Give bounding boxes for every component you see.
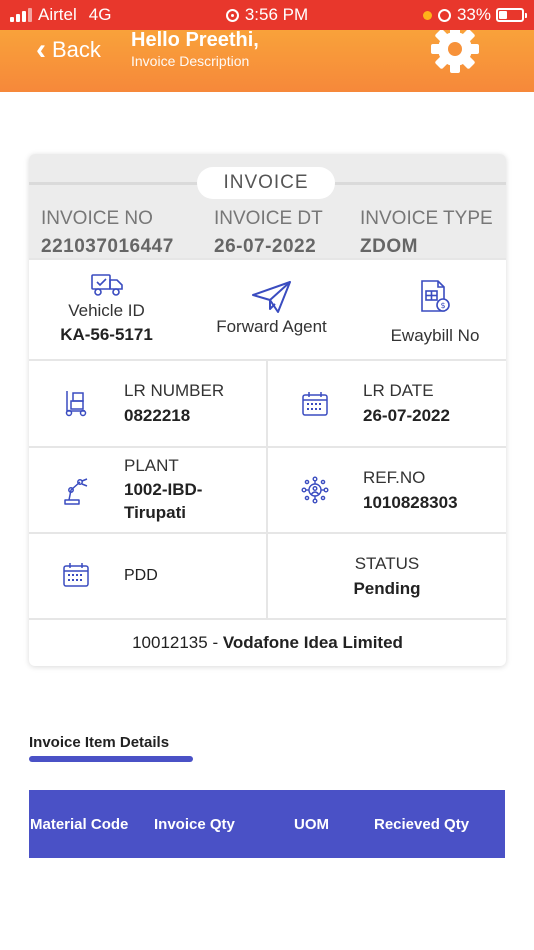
ref-no-value: 1010828303 xyxy=(363,493,458,512)
invoice-type-value: ZDOM xyxy=(360,236,418,257)
robot-arm-icon xyxy=(64,478,88,505)
column-uom: UOM xyxy=(294,816,329,833)
forward-agent-cell: Forward Agent xyxy=(189,260,354,360)
page-subtitle: Invoice Description xyxy=(131,53,250,69)
lr-date-value: 26-07-2022 xyxy=(363,406,450,425)
chevron-left-icon: ‹ xyxy=(36,33,46,66)
back-label: Back xyxy=(52,37,101,62)
column-received-qty: Recieved Qty xyxy=(374,816,470,833)
invoice-summary: INVOICE INVOICE NO 221037016447 INVOICE … xyxy=(29,154,506,258)
invoice-card: INVOICE INVOICE NO 221037016447 INVOICE … xyxy=(29,154,506,666)
pdd-label: PDD xyxy=(124,567,158,584)
lr-row: LR NUMBER 0822218 LR DATE 26-07-2022 xyxy=(29,359,506,446)
lr-number-block: LR NUMBER 0822218 xyxy=(124,381,224,426)
paper-plane-icon xyxy=(251,281,291,313)
status-bar: Airtel 4G 3:56 PM 33% xyxy=(0,0,534,30)
svg-text:$: $ xyxy=(440,301,445,310)
item-details-title: Invoice Item Details xyxy=(29,734,170,751)
location-icon xyxy=(225,8,239,22)
eway-bill-label: Ewaybill No xyxy=(390,326,480,345)
invoice-no-label: INVOICE NO xyxy=(41,208,153,229)
pdd-row: PDD STATUS Pending xyxy=(29,532,506,618)
eway-bill-cell: $ Ewaybill No xyxy=(364,260,506,360)
divider xyxy=(266,448,268,532)
column-material-code: Material Code xyxy=(30,816,129,833)
network-user-icon xyxy=(301,476,329,504)
lr-date-block: LR DATE 26-07-2022 xyxy=(363,381,450,426)
vehicle-id-value: KA-56-5171 xyxy=(60,325,153,344)
ref-no-label: REF.NO xyxy=(363,468,426,487)
plant-value-line1: 1002-IBD- xyxy=(124,480,203,499)
invoice-title: INVOICE xyxy=(197,167,335,199)
alarm-icon xyxy=(437,8,451,22)
invoice-date-value: 26-07-2022 xyxy=(214,236,317,257)
status-right: 33% xyxy=(422,5,527,25)
transport-row: Vehicle ID KA-56-5171 Forward Agent $ Ew… xyxy=(29,258,506,359)
bill-document-icon: $ xyxy=(421,280,450,312)
customer-row: 10012135 - Vodafone Idea Limited xyxy=(29,618,506,666)
gear-icon xyxy=(431,25,479,73)
invoice-date-label: INVOICE DT xyxy=(214,208,323,229)
truck-icon xyxy=(90,274,123,296)
calendar-icon xyxy=(63,563,89,587)
invoice-date-block: INVOICE DT 26-07-2022 xyxy=(214,208,323,258)
invoice-type-block: INVOICE TYPE ZDOM xyxy=(360,208,493,258)
battery-percent: 33% xyxy=(456,5,491,24)
status-block: STATUS Pending xyxy=(268,554,506,599)
forward-agent-label: Forward Agent xyxy=(216,317,327,336)
invoice-no-value: 221037016447 xyxy=(41,236,174,257)
plant-block: PLANT 1002-IBD- Tirupati xyxy=(124,456,202,523)
mic-indicator-icon xyxy=(422,10,432,20)
plant-value-line2: Tirupati xyxy=(124,503,187,522)
status-value: Pending xyxy=(353,579,421,598)
calendar-icon xyxy=(302,392,328,416)
invoice-no-block: INVOICE NO 221037016447 xyxy=(41,208,174,258)
plant-row: PLANT 1002-IBD- Tirupati REF.NO 10108283… xyxy=(29,446,506,532)
lr-date-label: LR DATE xyxy=(363,381,434,400)
clock: 3:56 PM xyxy=(244,5,309,24)
ref-no-block: REF.NO 1010828303 xyxy=(363,468,458,513)
settings-button[interactable] xyxy=(430,25,480,74)
app-header: ‹ Back Hello Preethi, Invoice Descriptio… xyxy=(0,25,534,92)
items-table-header: Material Code Invoice Qty UOM Recieved Q… xyxy=(29,790,505,858)
lr-number-value: 0822218 xyxy=(124,406,191,425)
invoice-type-label: INVOICE TYPE xyxy=(360,208,493,229)
greeting: Hello Preethi, xyxy=(131,29,259,51)
section-underline xyxy=(29,756,193,762)
hand-truck-icon xyxy=(65,391,87,417)
vehicle-id-label: Vehicle ID xyxy=(68,301,145,320)
divider xyxy=(266,361,268,446)
battery-icon xyxy=(496,8,527,22)
back-button[interactable]: ‹ Back xyxy=(36,33,101,66)
lr-number-label: LR NUMBER xyxy=(124,381,225,400)
vehicle-id-cell: Vehicle ID KA-56-5171 xyxy=(29,260,184,360)
column-invoice-qty: Invoice Qty xyxy=(154,816,235,833)
plant-label: PLANT xyxy=(124,456,179,475)
customer-code: 10012135 xyxy=(132,633,208,652)
status-label: STATUS xyxy=(354,554,420,573)
customer-separator: - xyxy=(207,633,223,652)
customer-name: Vodafone Idea Limited xyxy=(222,633,403,652)
